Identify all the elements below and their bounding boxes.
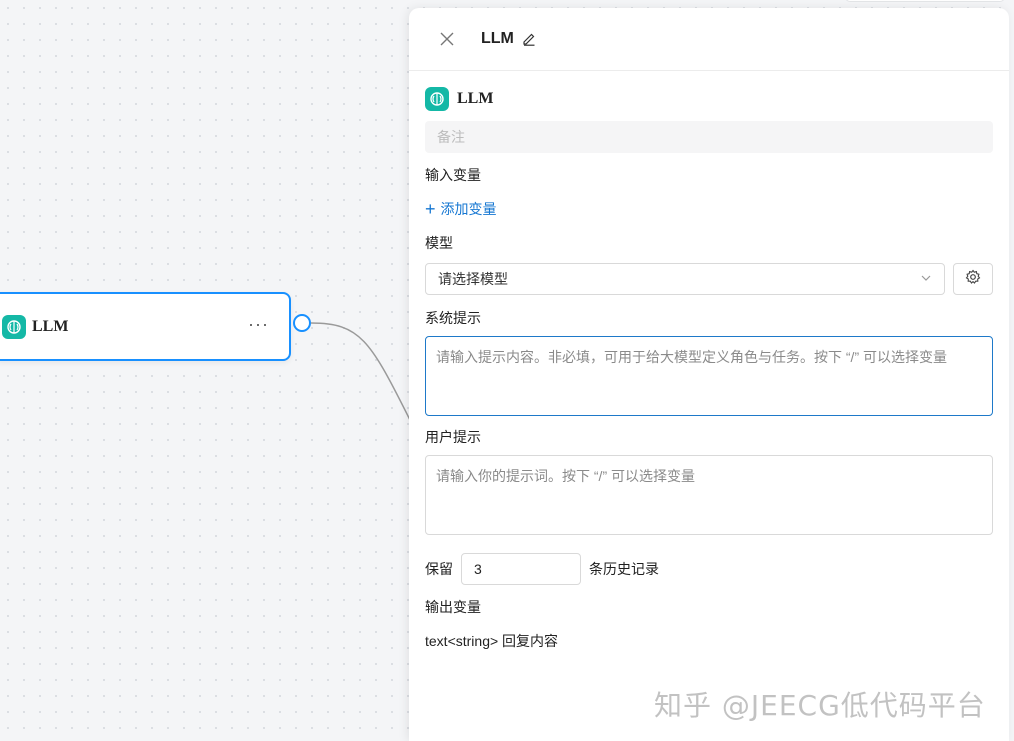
watermark: 知乎 @JEECG低代码平台 bbox=[654, 689, 986, 722]
model-select-value: 请选择模型 bbox=[438, 271, 508, 287]
model-select[interactable]: 请选择模型 bbox=[425, 263, 945, 295]
model-settings-button[interactable] bbox=[953, 263, 993, 295]
edit-icon[interactable] bbox=[522, 32, 536, 46]
close-icon[interactable] bbox=[437, 29, 457, 49]
output-variable: text<string> 回复内容 bbox=[425, 633, 559, 649]
llm-node[interactable]: LLM ··· bbox=[0, 292, 291, 361]
chevron-down-icon bbox=[920, 271, 932, 287]
node-type-row: LLM bbox=[425, 87, 993, 111]
add-variable-label: 添加变量 bbox=[440, 201, 497, 217]
node-config-panel: LLM LLM 输入变量 + 添加变量 模型 bbox=[409, 8, 1009, 741]
system-prompt-textarea[interactable] bbox=[425, 336, 993, 416]
node-type-label: LLM bbox=[457, 90, 494, 107]
brain-icon bbox=[2, 314, 26, 339]
output-connector-handle[interactable] bbox=[293, 314, 311, 332]
top-toolbar-edge bbox=[845, 0, 1005, 2]
output-vars-label: 输出变量 bbox=[425, 599, 481, 615]
input-vars-label: 输入变量 bbox=[425, 167, 481, 183]
user-prompt-textarea[interactable] bbox=[425, 455, 993, 535]
history-label: 条历史记录 bbox=[589, 561, 659, 577]
brain-icon bbox=[425, 87, 449, 111]
more-options-icon[interactable]: ··· bbox=[248, 314, 269, 335]
add-variable-button[interactable]: + 添加变量 bbox=[425, 199, 993, 219]
user-prompt-label: 用户提示 bbox=[425, 429, 481, 445]
keep-label: 保留 bbox=[425, 561, 453, 577]
gear-icon bbox=[965, 269, 981, 290]
remark-input[interactable] bbox=[425, 121, 993, 153]
history-row: 保留 条历史记录 bbox=[425, 553, 993, 585]
model-label: 模型 bbox=[425, 235, 453, 251]
node-title: LLM bbox=[32, 317, 69, 335]
system-prompt-label: 系统提示 bbox=[425, 310, 481, 326]
panel-title: LLM bbox=[481, 30, 514, 47]
plus-icon: + bbox=[425, 199, 436, 219]
panel-header: LLM bbox=[409, 8, 1009, 71]
history-count-input[interactable] bbox=[461, 553, 581, 585]
